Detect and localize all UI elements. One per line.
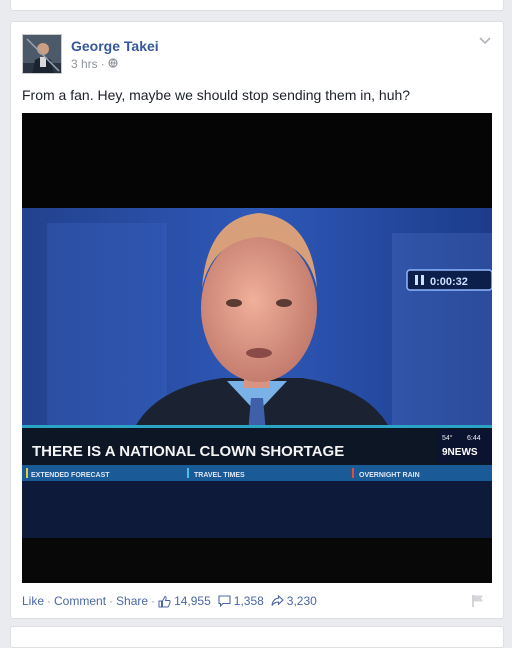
headline-text: THERE IS A NATIONAL CLOWN SHORTAGE <box>32 443 344 460</box>
action-separator: · <box>47 594 52 608</box>
comment-link[interactable]: Comment <box>54 594 106 608</box>
timer-text: 0:00:32 <box>430 276 468 288</box>
like-link[interactable]: Like <box>22 594 44 608</box>
next-post-card <box>10 626 504 648</box>
share-link[interactable]: Share <box>116 594 148 608</box>
comment-count[interactable]: 1,358 <box>234 594 264 608</box>
ticker-item-2: TRAVEL TIMES <box>194 472 245 479</box>
temperature-text: 54° <box>442 434 453 442</box>
post-meta: 3 hrs · <box>71 57 118 71</box>
action-separator: · <box>109 594 114 608</box>
meta-separator: · <box>100 57 105 71</box>
thumbs-up-icon[interactable] <box>158 595 171 608</box>
ticker-item-3: OVERNIGHT RAIN <box>359 472 420 479</box>
like-count[interactable]: 14,955 <box>174 594 211 608</box>
post-photo[interactable]: 0:00:32 THERE IS A NATIONAL CLOWN SHORTA… <box>22 113 492 583</box>
previous-post-card <box>10 0 504 11</box>
author-name[interactable]: George Takei <box>71 38 159 54</box>
post-actions: Like · Comment · Share · 14,955 1,358 3,… <box>22 594 321 608</box>
comment-icon[interactable] <box>218 595 231 607</box>
flag-icon[interactable] <box>471 594 485 613</box>
ticker-item-1: EXTENDED FORECAST <box>31 472 110 479</box>
chevron-down-icon[interactable] <box>479 34 491 48</box>
post-text: From a fan. Hey, maybe we should stop se… <box>22 87 411 103</box>
channel-logo-text: 9NEWS <box>442 447 478 458</box>
author-avatar[interactable] <box>22 34 62 74</box>
clock-text: 6:44 <box>467 435 481 442</box>
post-time[interactable]: 3 hrs <box>71 57 98 71</box>
share-icon[interactable] <box>271 595 284 607</box>
share-count[interactable]: 3,230 <box>287 594 317 608</box>
tv-screen-image: 0:00:32 THERE IS A NATIONAL CLOWN SHORTA… <box>22 113 492 583</box>
post-card: George Takei 3 hrs · From a fan. Hey, ma… <box>10 21 504 619</box>
action-separator: · <box>151 594 156 608</box>
globe-icon <box>108 57 118 71</box>
